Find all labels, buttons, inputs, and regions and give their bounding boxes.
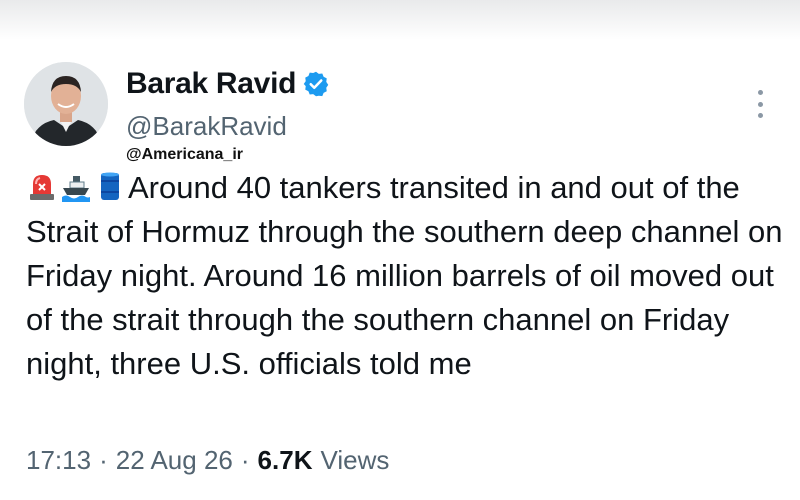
tweet-text: Around 40 tankers transited in and out o… — [26, 170, 783, 381]
oil-drum-icon — [101, 172, 119, 200]
more-dot — [757, 90, 763, 95]
author-handle[interactable]: @BarakRavid — [126, 111, 287, 142]
more-dot — [757, 113, 763, 118]
rotating-light-icon — [30, 175, 54, 200]
author-name[interactable]: Barak Ravid — [126, 67, 296, 101]
tweet-meta: 17:13 · 22 Aug 26 · 6.7K Views — [26, 442, 389, 478]
tweet-body: Around 40 tankers transited in and out o… — [26, 166, 786, 386]
tweet-date[interactable]: 22 Aug 26 — [116, 445, 233, 476]
verified-badge-icon — [302, 70, 330, 98]
views-label: Views — [320, 444, 390, 475]
author-row: Barak Ravid — [126, 66, 330, 102]
avatar-image — [24, 62, 108, 146]
meta-separator: · — [240, 444, 250, 475]
ship-icon — [62, 176, 90, 202]
avatar[interactable] — [24, 62, 108, 146]
views-count[interactable]: 6.7K — [258, 445, 313, 476]
tweet-time[interactable]: 17:13 — [26, 445, 91, 476]
emoji-group — [26, 170, 126, 202]
more-options-icon[interactable] — [748, 86, 772, 122]
meta-separator: · — [99, 444, 108, 475]
watermark-text: @Americana_ir — [126, 146, 243, 163]
top-fade — [0, 0, 800, 40]
more-dot — [757, 101, 763, 107]
